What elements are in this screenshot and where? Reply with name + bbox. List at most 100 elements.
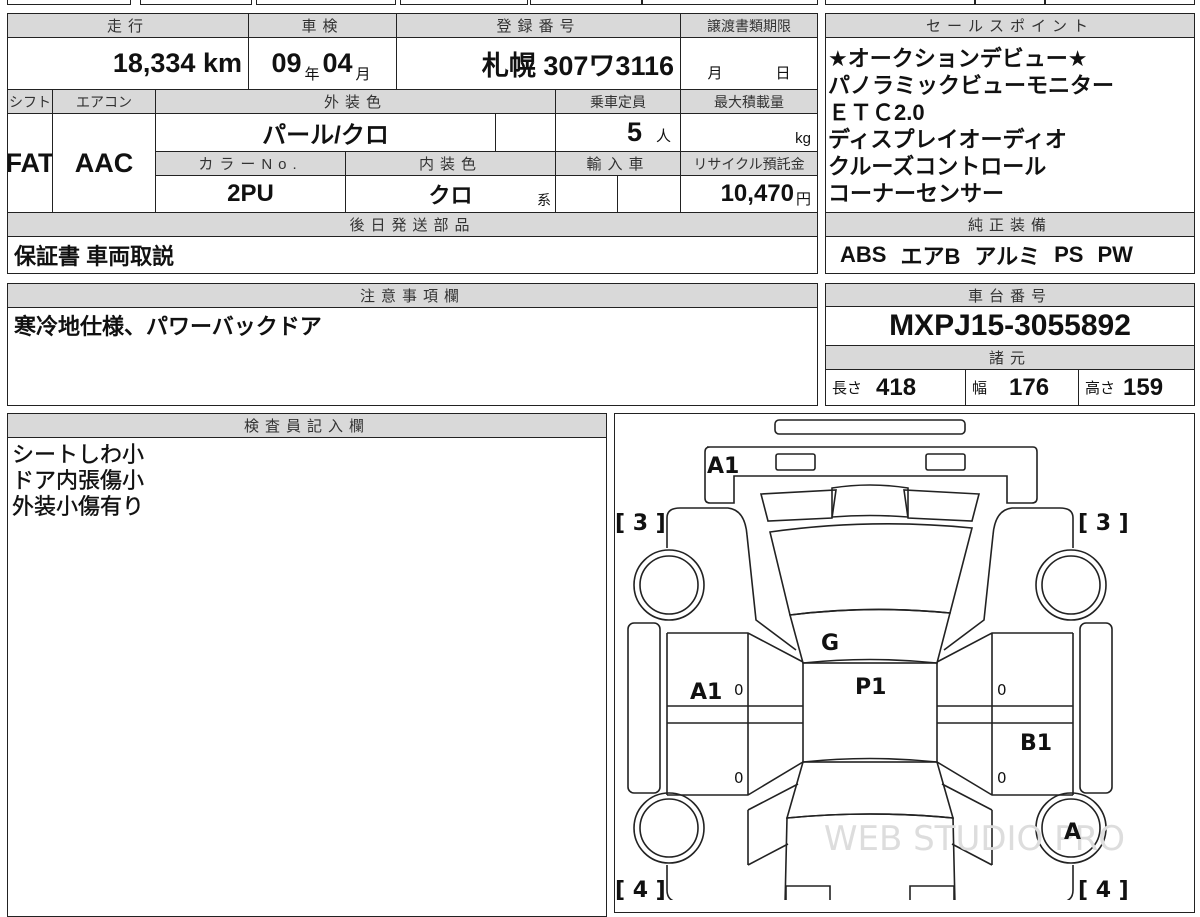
equipment-item: エアB [900,244,961,269]
inspection-year: 09 [271,48,302,78]
sales-point: ★オークションデビュー★ [828,46,1088,71]
side-skirt [627,622,661,794]
roof-front [788,608,952,664]
roof-front-damage-mark: G [821,631,839,656]
mileage-header: 走行 [7,13,249,38]
width-label: 幅 [972,380,988,397]
interior-color-suffix: 系 [537,192,551,208]
grille [831,484,909,518]
length-cell: 長さ 418 [825,369,966,406]
recycle-unit: 円 [795,191,811,208]
mileage-unit: km [202,48,242,78]
front-bumper [774,419,966,435]
aircon-value: AAC [52,113,156,213]
sales-point: コーナーセンサー [828,181,1005,206]
right-rear-door-damage-mark: B1 [1020,731,1052,756]
sales-point: パノラミックビューモニター [828,73,1115,98]
length-label: 長さ [832,380,863,397]
rear-right-bracket: [ 4 ] [1078,878,1129,900]
transfer-month-unit: 月 [707,65,723,82]
capacity-value: 5 [626,117,642,147]
transfer-deadline-cell: 月日 [680,37,818,90]
equipment-list: ABS エアB アルミ PS PW [825,236,1195,274]
sales-point: クルーズコントロール [828,154,1047,179]
capacity-unit: 人 [655,128,671,145]
front-left-bracket: [ 3 ] [615,511,666,536]
interior-color-header: 内装色 [345,151,556,176]
notes-header: 注意事項欄 [7,283,818,308]
sales-points-header: セールスポイント [825,13,1195,38]
inspection-cell: 09 年 04 月 [248,37,397,90]
chassis-header: 車台番号 [825,283,1195,307]
car-left-side [627,489,837,900]
capacity-header: 乗車定員 [555,89,681,114]
equipment-header: 純正装備 [825,212,1195,237]
width-value: 176 [1009,373,1050,401]
capacity-cell: 5人 [555,113,681,152]
front-fender [666,507,797,651]
wheel-inner [639,555,699,615]
equipment-item: PS [1054,242,1084,267]
sales-point: ディスプレイオーディオ [828,127,1067,152]
wheel-inner [639,798,699,858]
recycle-header: リサイクル預託金 [680,151,818,176]
rear-quarter [747,783,799,866]
recycle-value: 10,470 [720,180,794,207]
later-parts-header: 後日発送部品 [7,212,818,237]
interior-color-value: クロ [428,183,473,208]
inspector-notes: シートしわ小 ドア内張傷小 外装小傷有り [7,437,607,917]
max-load-unit: kg [680,113,818,152]
cropped-box [642,0,818,5]
inspector-line: シートしわ小 [12,442,145,467]
interior-color-cell: クロ 系 [345,175,556,213]
rear-fender [666,865,674,900]
chassis-value: MXPJ15-3055892 [825,306,1195,346]
mileage-value: 18,334 [112,48,196,78]
transfer-day-unit: 日 [775,65,791,82]
cropped-box [256,0,396,5]
zero-mark: 0 [997,681,1007,699]
rear-bumper [785,885,955,900]
import-cell-2 [617,175,681,213]
transfer-deadline-header: 譲渡書類期限 [680,13,818,38]
roof-damage-mark: P1 [855,675,886,700]
inspection-header: 車検 [248,13,397,38]
equipment-item: PW [1097,242,1133,267]
car-diagram-svg: WEB STUDIO PRO A1 G P1 A1 B1 A 0 0 0 0 [… [615,419,1129,900]
exterior-color-value: パール/クロ [155,113,496,152]
front-right-bracket: [ 3 ] [1078,511,1129,536]
shift-header: シフト [7,89,53,114]
rear-window [785,757,955,819]
shift-value: FAT [7,113,53,213]
equipment-item: アルミ [974,244,1041,269]
headlight [759,489,837,522]
sales-point: ＥＴＣ2.0 [828,100,925,125]
zero-mark: 0 [734,681,744,699]
height-value: 159 [1123,373,1164,401]
car-diagram: WEB STUDIO PRO A1 G P1 A1 B1 A 0 0 0 0 [… [614,413,1195,913]
zero-mark: 0 [734,769,744,787]
later-parts-value: 保証書 車両取説 [7,236,818,274]
height-label: 高さ [1085,380,1116,397]
exterior-color-header: 外装色 [155,89,556,114]
zero-mark: 0 [997,769,1007,787]
sales-points-list: ★オークションデビュー★ パノラミックビューモニター ＥＴＣ2.0 ディスプレイ… [825,37,1195,213]
blank-cell [495,113,556,152]
registration-header: 登録番号 [396,13,681,38]
notes-box: 寒冷地仕様、パワーバックドア [7,307,818,406]
rear-left-bracket: [ 4 ] [615,878,666,900]
hood-damage-mark: A1 [707,454,739,479]
cropped-box [530,0,642,5]
cropped-box [7,0,131,5]
left-door-damage-mark: A1 [690,680,722,705]
width-cell: 幅 176 [965,369,1079,406]
right-rear-wheel-mark: A [1064,820,1081,845]
hood-panel [704,446,1038,504]
aircon-header: エアコン [52,89,156,114]
max-load-header: 最大積載量 [680,89,818,114]
cropped-box [825,0,975,5]
cropped-box [975,0,1045,5]
front-light-left [775,453,816,471]
color-no-header: カラーNo. [155,151,346,176]
month-unit: 月 [355,66,371,83]
